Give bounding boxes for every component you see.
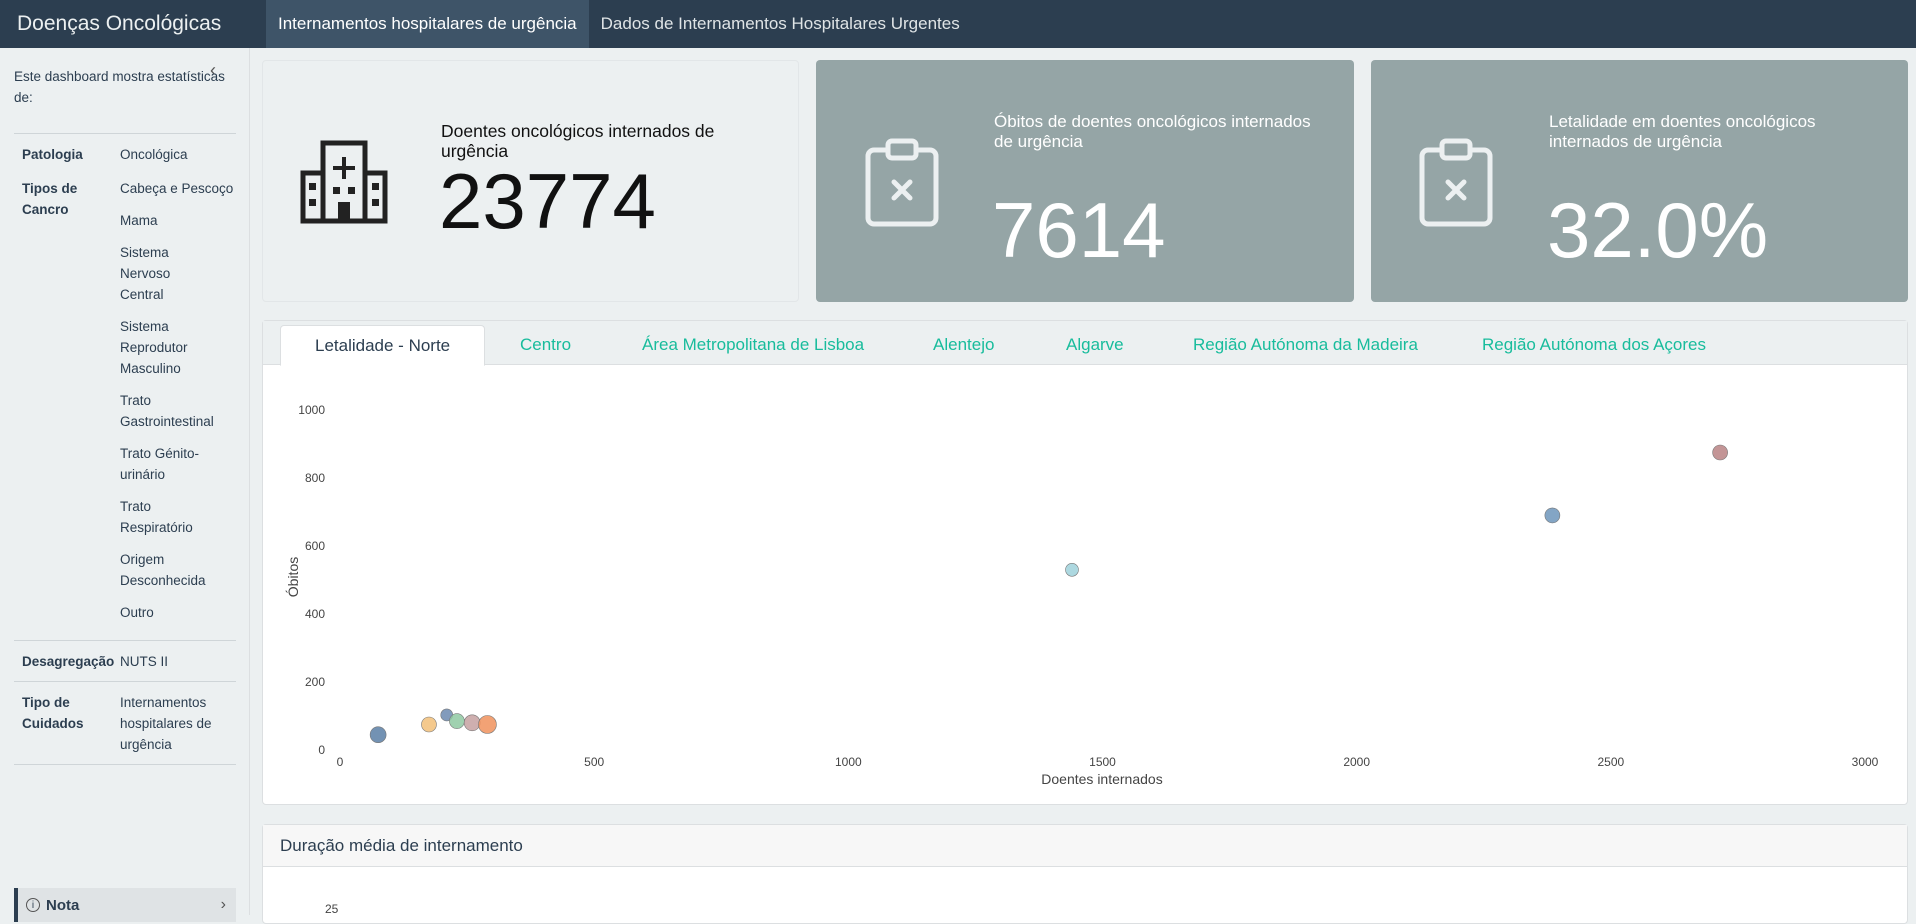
meta-row-tipos-cancro: Tipos de Cancro Cabeça e Pescoço Mama Si… (14, 174, 236, 632)
y-tick-label: 200 (305, 675, 325, 689)
x-tick-label: 2500 (1597, 755, 1624, 769)
region-tabs: Letalidade - Norte Centro Área Metropoli… (263, 321, 1907, 366)
meta-value: Sistema Reprodutor Masculino (120, 319, 188, 376)
x-tick-label: 3000 (1852, 755, 1879, 769)
nav-tab-internamentos[interactable]: Internamentos hospitalares de urgência (266, 0, 589, 48)
meta-value: Cabeça e Pescoço (120, 181, 234, 196)
app-brand[interactable]: Doenças Oncológicas (0, 0, 266, 48)
value-box-letalidade: Letalidade em doentes oncológicos intern… (1371, 60, 1908, 302)
clipboard-x-icon (1419, 138, 1493, 227)
card-title: Doentes oncológicos internados de urgênc… (441, 121, 715, 161)
sidebar: ‹ Este dashboard mostra estatísticas de:… (0, 48, 250, 922)
scatter-point[interactable] (1065, 563, 1079, 577)
nav-tab-dados[interactable]: Dados de Internamentos Hospitalares Urge… (589, 0, 972, 48)
sidebar-intro: Este dashboard mostra estatísticas de: (14, 69, 225, 105)
meta-value: Outro (120, 605, 154, 620)
scatter-point[interactable] (369, 726, 387, 744)
tab-alentejo[interactable]: Alentejo (933, 325, 994, 365)
meta-value: Sistema Nervoso Central (120, 245, 171, 302)
card-value: 32.0% (1547, 186, 1769, 274)
top-navbar: Doenças Oncológicas Internamentos hospit… (0, 0, 1916, 48)
scatter-point[interactable] (449, 713, 465, 729)
hospital-icon (300, 140, 388, 224)
scatter-point[interactable] (1544, 507, 1561, 524)
y-tick-label: 600 (305, 539, 325, 553)
meta-value: Oncológica (120, 147, 188, 162)
x-tick-label: 1000 (835, 755, 862, 769)
x-tick-label: 1500 (1089, 755, 1116, 769)
scatter-point[interactable] (1712, 444, 1728, 461)
tab-centro[interactable]: Centro (520, 325, 571, 365)
meta-value: Trato Gastrointestinal (120, 393, 214, 429)
card-value: 7614 (992, 186, 1166, 274)
nota-label: Nota (46, 896, 80, 914)
meta-key: Tipo de Cuidados (22, 695, 84, 731)
meta-value: Trato Respiratório (120, 499, 193, 535)
meta-value: Internamentos hospitalares de urgência (120, 695, 212, 752)
tab-lisboa[interactable]: Área Metropolitana de Lisboa (642, 325, 864, 365)
panel-title: Duração média de internamento (263, 825, 1907, 867)
x-tick-label: 500 (584, 755, 604, 769)
meta-value: Trato Génito-urinário (120, 446, 200, 482)
duracao-panel: Duração média de internamento 25 (262, 824, 1908, 924)
card-value: 23774 (439, 157, 656, 245)
x-axis-label: Doentes internados (1041, 771, 1162, 787)
meta-key: Tipos de Cancro (22, 181, 78, 217)
card-title: Óbitos de doentes oncológicos internados… (994, 112, 1311, 151)
tab-algarve[interactable]: Algarve (1066, 325, 1124, 365)
meta-value: Origem Desconhecida (120, 552, 206, 588)
card-title: Letalidade em doentes oncológicos intern… (1549, 112, 1816, 151)
y-tick-label: 1000 (298, 403, 325, 417)
meta-row-desagregacao: Desagregação NUTS II (14, 640, 236, 681)
y-tick-label: 0 (318, 743, 325, 757)
nota-toggle[interactable]: i Nota › (14, 888, 236, 922)
y-tick-label: 800 (305, 471, 325, 485)
clipboard-x-icon (865, 138, 939, 227)
scatter-point[interactable] (463, 714, 481, 732)
info-icon: i (26, 898, 40, 912)
scatter-point[interactable] (478, 715, 497, 734)
tab-norte[interactable]: Letalidade - Norte (280, 325, 486, 366)
scatter-chart: 0 200 400 600 800 1000 0 500 1000 1500 2000 2500 30… (285, 403, 1879, 787)
meta-key: Desagregação (22, 654, 115, 669)
letalidade-panel: Letalidade - Norte Centro Área Metropoli… (262, 320, 1908, 805)
meta-key: Patologia (22, 147, 83, 162)
meta-row-tipo-cuidados: Tipo de Cuidados Internamentos hospitala… (14, 681, 236, 764)
value-box-doentes: Doentes oncológicos internados de urgênc… (262, 60, 799, 302)
y-axis-label: Óbitos (285, 557, 301, 597)
value-box-obitos: Óbitos de doentes oncológicos internados… (816, 60, 1354, 302)
tab-acores[interactable]: Região Autónoma dos Açores (1482, 325, 1706, 365)
meta-row-patologia: Patologia Oncológica (14, 133, 236, 174)
chevron-right-icon: › (220, 896, 226, 913)
meta-value: NUTS II (120, 654, 169, 669)
tab-madeira[interactable]: Região Autónoma da Madeira (1193, 325, 1418, 365)
y-tick-label: 400 (305, 607, 325, 621)
divider (14, 764, 236, 765)
x-tick-label: 2000 (1343, 755, 1370, 769)
meta-value: Mama (120, 213, 158, 228)
x-tick-label: 0 (337, 755, 344, 769)
metadata-table: Patologia Oncológica Tipos de Cancro Cab… (14, 133, 236, 765)
y-tick-label: 25 (325, 902, 339, 916)
scatter-point[interactable] (421, 716, 437, 733)
